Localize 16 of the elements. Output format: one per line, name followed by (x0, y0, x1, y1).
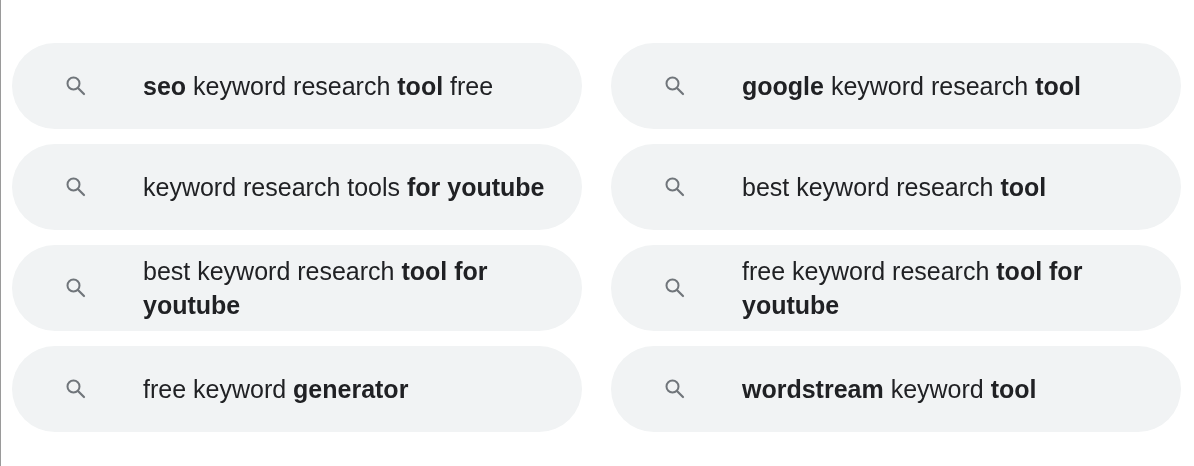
search-icon (663, 175, 687, 199)
search-suggestion[interactable]: google keyword research tool (611, 43, 1181, 129)
search-icon (663, 74, 687, 98)
search-icon (663, 276, 687, 300)
search-suggestion[interactable]: seo keyword research tool free (12, 43, 582, 129)
search-suggestion[interactable]: wordstream keyword tool (611, 346, 1181, 432)
search-suggestion[interactable]: best keyword research tool (611, 144, 1181, 230)
search-icon (64, 175, 88, 199)
search-suggestion[interactable]: free keyword generator (12, 346, 582, 432)
search-suggestion[interactable]: keyword research tools for youtube (12, 144, 582, 230)
search-icon (64, 276, 88, 300)
search-suggestion[interactable]: free keyword research tool for youtube (611, 245, 1181, 331)
search-suggestion[interactable]: best keyword research tool for youtube (12, 245, 582, 331)
search-icon (663, 377, 687, 401)
search-icon (64, 377, 88, 401)
search-icon (64, 74, 88, 98)
